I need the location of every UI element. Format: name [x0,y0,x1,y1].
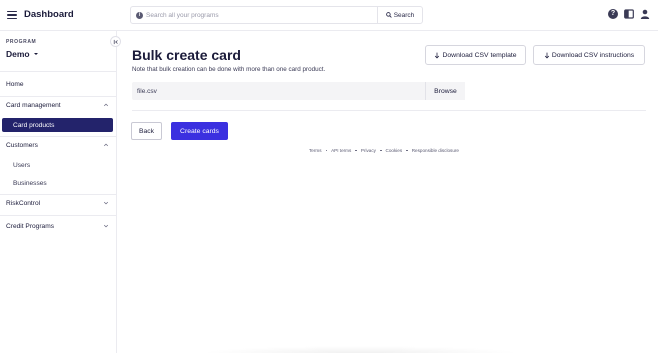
footer-link-privacy[interactable]: Privacy [361,148,376,153]
sidebar-item-label: Businesses [13,179,47,187]
sidebar-divider [0,136,117,137]
page-note: Note that bulk creation can be done with… [132,66,326,73]
footer-separator [406,149,408,152]
content-divider [132,110,646,111]
file-upload: file.csv Browse [132,82,465,100]
panel-icon [624,9,634,19]
sidebar-divider [0,194,117,195]
footer-separator [325,149,328,152]
user-icon [640,9,650,19]
download-instructions-label: Download CSV instructions [551,51,635,59]
search-input[interactable] [146,7,376,23]
sidebar-item-label: Credit Programs [6,222,55,230]
back-button[interactable]: Back [131,122,162,140]
sidebar-item-home[interactable]: Home [0,77,117,91]
sidebar-divider [0,71,117,72]
sidebar: PROGRAM Demo Home Card management Card p… [0,31,117,353]
caret-down-icon [33,53,38,55]
sidebar-item-riskcontrol[interactable]: RiskControl [0,196,117,210]
help-icon: ? [608,9,618,19]
chevron-down-icon [103,224,109,228]
search-button[interactable]: Search [377,7,422,23]
sidebar-item-label: Home [6,80,24,88]
download-arrow-icon [544,52,549,59]
sidebar-item-businesses[interactable]: Businesses [0,176,117,190]
page-title: Bulk create card [132,47,241,63]
sidebar-item-card-management[interactable]: Card management [0,98,117,112]
chevron-up-icon [103,103,109,107]
collapse-icon [113,39,118,44]
info-icon: i [136,11,143,19]
browse-button[interactable]: Browse [425,82,465,100]
menu-icon[interactable] [7,11,17,20]
program-value: Demo [6,49,30,59]
sidebar-item-label: Card management [6,101,61,109]
file-input[interactable]: file.csv [132,82,425,100]
panel-toggle-button[interactable] [624,9,634,19]
sidebar-item-label: Customers [6,141,38,149]
search-icon [385,12,392,18]
chevron-down-icon [103,201,109,205]
program-label: PROGRAM [6,39,37,45]
header-actions: ? [608,9,650,19]
sidebar-item-label: RiskControl [6,199,41,207]
sidebar-item-customers[interactable]: Customers [0,138,117,152]
bottom-shadow [200,346,520,353]
footer-link-responsible-disclosure[interactable]: Responsible disclosure [412,148,459,153]
footer-link-terms[interactable]: Terms [309,148,322,153]
app-title: Dashboard [24,9,74,20]
download-arrow-icon [435,52,440,59]
footer-link-api-terms[interactable]: API terms [331,148,351,153]
user-button[interactable] [640,9,650,19]
sidebar-item-label: Users [13,161,31,169]
footer-link-cookies[interactable]: Cookies [386,148,403,153]
download-template-label: Download CSV template [442,51,517,59]
sidebar-item-users[interactable]: Users [0,158,117,172]
help-button[interactable]: ? [608,9,618,19]
sidebar-divider [0,215,117,216]
footer-separator [355,149,357,152]
sidebar-divider [0,96,117,97]
create-cards-button[interactable]: Create cards [171,122,228,140]
download-template-button[interactable]: Download CSV template [425,45,526,65]
search-button-label: Search [393,11,415,19]
program-select[interactable]: Demo [6,49,38,59]
search-bar: i Search [130,6,423,24]
collapse-sidebar-button[interactable] [110,36,121,47]
chevron-up-icon [103,143,109,147]
footer-links: Terms API terms Privacy Cookies Responsi… [309,148,459,153]
download-instructions-button[interactable]: Download CSV instructions [533,45,645,65]
sidebar-item-card-products[interactable]: Card products [2,118,113,132]
sidebar-item-credit-programs[interactable]: Credit Programs [0,219,117,233]
top-bar: Dashboard i Search ? [0,0,658,31]
sidebar-item-label: Card products [13,121,55,129]
footer-separator [379,149,382,152]
